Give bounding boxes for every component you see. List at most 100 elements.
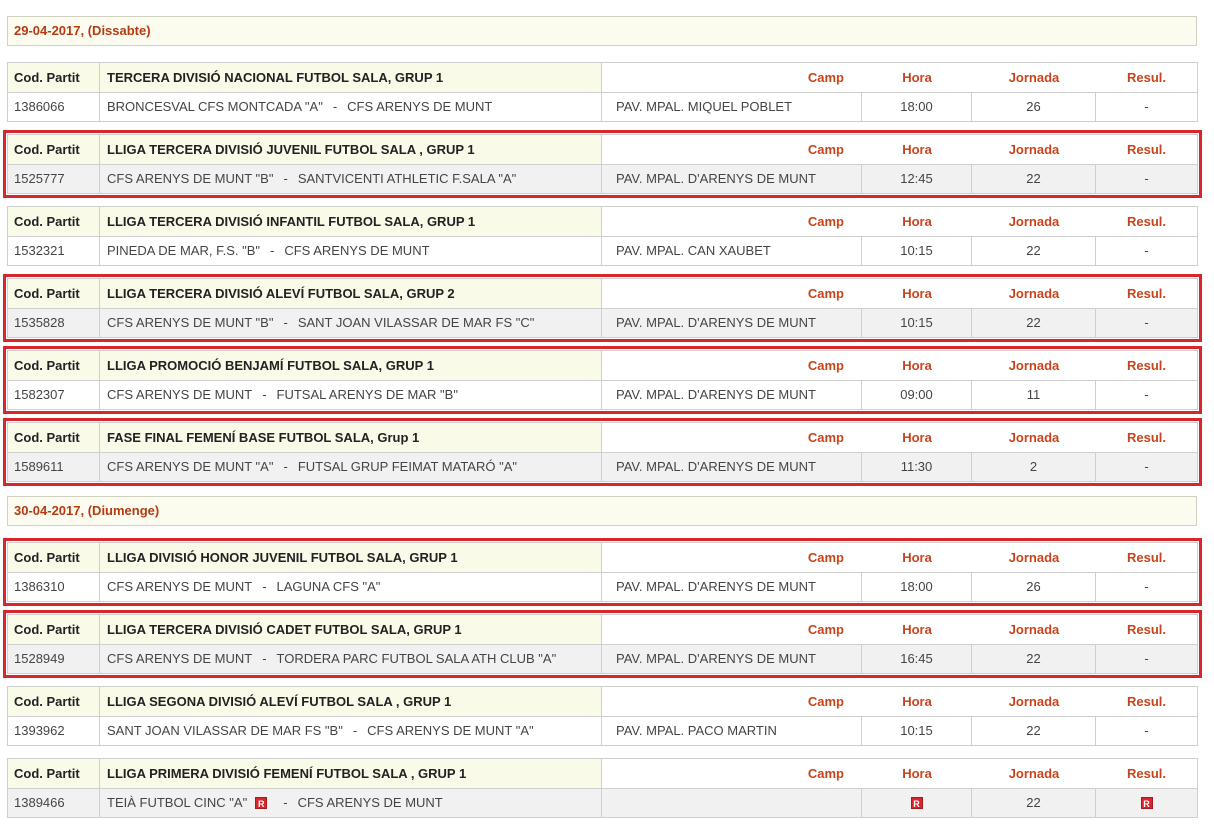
match-teams[interactable]: CFS ARENYS DE MUNT - FUTSAL ARENYS DE MAR … xyxy=(100,381,602,409)
match-round: 22 xyxy=(972,789,1096,817)
match-result: - xyxy=(1144,651,1149,666)
hora-header: Hora xyxy=(902,142,932,157)
match-field[interactable]: PAV. MPAL. D'ARENYS DE MUNT xyxy=(602,645,862,673)
match-teams[interactable]: CFS ARENYS DE MUNT - TORDERA PARC FUTBOL S… xyxy=(100,645,602,673)
match-field[interactable]: PAV. MPAL. PACO MARTIN xyxy=(602,717,862,745)
match-code: 1582307 xyxy=(8,381,100,409)
competition-name[interactable]: LLIGA PROMOCIÓ BENJAMÍ FUTBOL SALA, GRUP… xyxy=(100,351,602,380)
hora-header: Hora xyxy=(902,286,932,301)
resul-header: Resul. xyxy=(1126,286,1166,301)
away-team: TORDERA PARC FUTBOL SALA ATH CLUB "A" xyxy=(276,651,557,666)
home-team: PINEDA DE MAR, F.S. "B" xyxy=(107,243,260,258)
away-team: CFS ARENYS DE MUNT xyxy=(347,99,493,114)
match-data-row: 1525777 CFS ARENYS DE MUNT "B" - SANTVICEN… xyxy=(8,165,1197,193)
match-code: 1393962 xyxy=(8,717,100,745)
match-card: Cod. Partit LLIGA PRIMERA DIVISIÓ FEMENÍ… xyxy=(7,758,1198,818)
match-field[interactable]: PAV. MPAL. MIQUEL POBLET xyxy=(602,93,862,121)
home-team: CFS ARENYS DE MUNT xyxy=(107,579,253,594)
match-data-row: 1528949 CFS ARENYS DE MUNT - TORDERA PARC … xyxy=(8,645,1197,673)
match-teams[interactable]: CFS ARENYS DE MUNT "B" - SANTVICENTI ATHLE… xyxy=(100,165,602,193)
camp-header: Camp xyxy=(807,766,844,781)
match-teams[interactable]: TEIÀ FUTBOL CINC "A" R - CFS ARENYS DE MUNT xyxy=(100,789,602,817)
match-teams[interactable]: CFS ARENYS DE MUNT "B" - SANT JOAN VILASSA… xyxy=(100,309,602,337)
match-field[interactable]: PAV. MPAL. D'ARENYS DE MUNT xyxy=(602,573,862,601)
hora-header: Hora xyxy=(902,694,932,709)
match-time: 10:15 xyxy=(862,717,972,745)
camp-header: Camp xyxy=(807,142,844,157)
match-round: 22 xyxy=(972,165,1096,193)
match-data-row: 1532321 PINEDA DE MAR, F.S. "B" - CFS AREN… xyxy=(8,237,1197,265)
away-team: SANTVICENTI ATHLETIC F.SALA "A" xyxy=(297,171,517,186)
match-teams[interactable]: CFS ARENYS DE MUNT - LAGUNA CFS "A" xyxy=(100,573,602,601)
match-result: - xyxy=(1144,387,1149,402)
away-team: CFS ARENYS DE MUNT "A" xyxy=(367,723,534,738)
competition-name[interactable]: LLIGA SEGONA DIVISIÓ ALEVÍ FUTBOL SALA ,… xyxy=(100,687,602,716)
away-team: LAGUNA CFS "A" xyxy=(276,579,381,594)
code-header: Cod. Partit xyxy=(8,687,100,716)
match-header-row: Cod. Partit FASE FINAL FEMENÍ BASE FUTBO… xyxy=(8,423,1197,453)
jornada-header: Jornada xyxy=(1008,70,1060,85)
competition-name[interactable]: LLIGA PRIMERA DIVISIÓ FEMENÍ FUTBOL SALA… xyxy=(100,759,602,788)
match-round: 22 xyxy=(972,237,1096,265)
match-header-row: Cod. Partit LLIGA TERCERA DIVISIÓ JUVENI… xyxy=(8,135,1197,165)
competition-name[interactable]: LLIGA DIVISIÓ HONOR JUVENIL FUTBOL SALA,… xyxy=(100,543,602,572)
match-field[interactable]: PAV. MPAL. CAN XAUBET xyxy=(602,237,862,265)
resul-header: Resul. xyxy=(1126,358,1166,373)
competition-name[interactable]: LLIGA TERCERA DIVISIÓ JUVENIL FUTBOL SAL… xyxy=(100,135,602,164)
match-teams[interactable]: CFS ARENYS DE MUNT "A" - FUTSAL GRUP FEIMA… xyxy=(100,453,602,481)
team-separator: - xyxy=(262,651,267,666)
match-field[interactable]: PAV. MPAL. D'ARENYS DE MUNT xyxy=(602,453,862,481)
home-team: CFS ARENYS DE MUNT "A" xyxy=(107,459,274,474)
competition-name[interactable]: LLIGA TERCERA DIVISIÓ CADET FUTBOL SALA,… xyxy=(100,615,602,644)
match-result: - xyxy=(1144,459,1149,474)
match-field[interactable] xyxy=(602,789,862,817)
away-team: SANT JOAN VILASSAR DE MAR FS "C" xyxy=(297,315,535,330)
jornada-header: Jornada xyxy=(1008,550,1060,565)
match-data-row: 1386066 BRONCESVAL CFS MONTCADA "A" - CFS … xyxy=(8,93,1197,121)
team-separator: - xyxy=(283,795,288,810)
date-header: 30-04-2017, (Diumenge) xyxy=(7,496,1197,526)
camp-header: Camp xyxy=(807,694,844,709)
time-badge-icon[interactable]: R xyxy=(910,796,923,809)
competition-name[interactable]: FASE FINAL FEMENÍ BASE FUTBOL SALA, Grup… xyxy=(100,423,602,452)
match-code: 1525777 xyxy=(8,165,100,193)
match-round: 26 xyxy=(972,573,1096,601)
home-team: BRONCESVAL CFS MONTCADA "A" xyxy=(107,99,323,114)
jornada-header: Jornada xyxy=(1008,214,1060,229)
match-data-row: 1582307 CFS ARENYS DE MUNT - FUTSAL ARENYS… xyxy=(8,381,1197,409)
match-field[interactable]: PAV. MPAL. D'ARENYS DE MUNT xyxy=(602,309,862,337)
match-data-row: 1589611 CFS ARENYS DE MUNT "A" - FUTSAL GR… xyxy=(8,453,1197,481)
match-time: 16:45 xyxy=(862,645,972,673)
competition-name[interactable]: LLIGA TERCERA DIVISIÓ INFANTIL FUTBOL SA… xyxy=(100,207,602,236)
match-card-highlighted: Cod. Partit LLIGA DIVISIÓ HONOR JUVENIL … xyxy=(3,538,1202,606)
match-teams[interactable]: PINEDA DE MAR, F.S. "B" - CFS ARENYS DE MU… xyxy=(100,237,602,265)
resul-header: Resul. xyxy=(1126,766,1166,781)
code-header: Cod. Partit xyxy=(8,423,100,452)
match-card-highlighted: Cod. Partit LLIGA PROMOCIÓ BENJAMÍ FUTBO… xyxy=(3,346,1202,414)
competition-name[interactable]: LLIGA TERCERA DIVISIÓ ALEVÍ FUTBOL SALA,… xyxy=(100,279,602,308)
match-field[interactable]: PAV. MPAL. D'ARENYS DE MUNT xyxy=(602,165,862,193)
resul-header: Resul. xyxy=(1126,622,1166,637)
match-code: 1532321 xyxy=(8,237,100,265)
jornada-header: Jornada xyxy=(1008,766,1060,781)
match-result: - xyxy=(1144,171,1149,186)
jornada-header: Jornada xyxy=(1008,286,1060,301)
match-field[interactable]: PAV. MPAL. D'ARENYS DE MUNT xyxy=(602,381,862,409)
match-teams[interactable]: BRONCESVAL CFS MONTCADA "A" - CFS ARENYS D… xyxy=(100,93,602,121)
match-header-row: Cod. Partit LLIGA TERCERA DIVISIÓ ALEVÍ … xyxy=(8,279,1197,309)
match-teams[interactable]: SANT JOAN VILASSAR DE MAR FS "B" - CFS ARE… xyxy=(100,717,602,745)
competition-name[interactable]: TERCERA DIVISIÓ NACIONAL FUTBOL SALA, GR… xyxy=(100,63,602,92)
rescheduled-badge-icon[interactable]: R xyxy=(255,796,268,809)
match-card: Cod. Partit TERCERA DIVISIÓ NACIONAL FUT… xyxy=(7,62,1198,122)
match-time: 12:45 xyxy=(862,165,972,193)
result-badge-icon[interactable]: R xyxy=(1140,796,1153,809)
home-team: SANT JOAN VILASSAR DE MAR FS "B" xyxy=(107,723,343,738)
hora-header: Hora xyxy=(902,430,932,445)
match-time: 18:00 xyxy=(862,573,972,601)
camp-header: Camp xyxy=(807,550,844,565)
team-separator: - xyxy=(283,315,288,330)
camp-header: Camp xyxy=(807,286,844,301)
match-result: - xyxy=(1144,315,1149,330)
team-separator: - xyxy=(262,579,267,594)
jornada-header: Jornada xyxy=(1008,142,1060,157)
